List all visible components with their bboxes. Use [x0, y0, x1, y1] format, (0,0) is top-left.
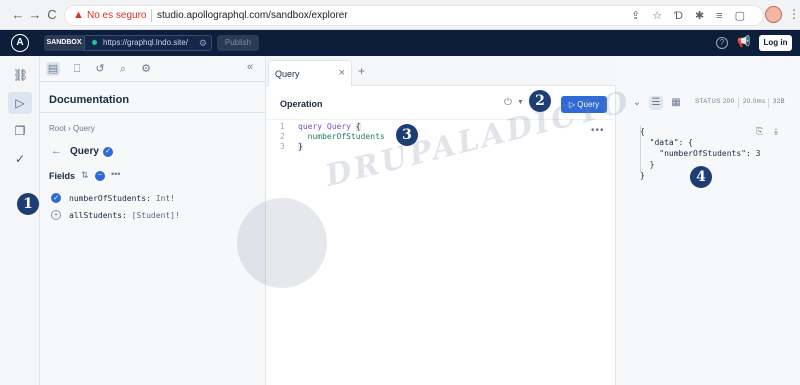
download-icon[interactable]: ⤓	[774, 126, 778, 137]
divider	[768, 98, 769, 108]
panel-title: Documentation	[49, 94, 130, 106]
megaphone-icon[interactable]: 📢	[737, 35, 751, 48]
address-bar[interactable]: ▲ No es seguro studio.apollographql.com/…	[64, 5, 764, 26]
field-name: allStudents	[69, 211, 122, 220]
tab-label: Query	[275, 69, 300, 79]
close-icon[interactable]: ×	[339, 67, 345, 79]
history-icon[interactable]: ↺	[93, 62, 107, 76]
response-view-icon[interactable]: ☰	[649, 96, 663, 110]
table-view-icon[interactable]: ▦	[669, 96, 683, 110]
add-tab-icon[interactable]: +	[358, 64, 365, 78]
type-name: Query	[70, 146, 99, 157]
field-checked-icon[interactable]: ✓	[51, 193, 61, 203]
url-text[interactable]: studio.apollographql.com/sandbox/explore…	[157, 10, 348, 21]
json-line: "data": {	[640, 138, 693, 147]
select-all-icon[interactable]: −	[95, 171, 105, 181]
bookmark-icon[interactable]: ⎕	[70, 62, 84, 76]
docs-divider	[40, 112, 266, 113]
type-selected-icon[interactable]: ✓	[103, 147, 113, 157]
connection-status-icon	[92, 40, 97, 45]
copy-icon[interactable]: ⎘	[756, 126, 763, 137]
line-number: 1	[280, 122, 285, 131]
profile-avatar[interactable]	[765, 6, 782, 23]
response-panel: ⌄ ☰ ▦ STATUS 200 20.0ms 32B { "data": { …	[616, 56, 800, 385]
field-type: Int!	[155, 194, 175, 203]
line-number: 2	[280, 132, 285, 141]
login-button[interactable]: Log in	[759, 35, 792, 51]
json-line: {	[640, 127, 645, 136]
settings-icon[interactable]: ⚙	[139, 62, 153, 76]
sort-icon[interactable]: ⇅	[81, 170, 89, 181]
collections-icon[interactable]: ❐	[13, 124, 27, 138]
endpoint-url: https://graphql.lndo.site/	[103, 38, 188, 47]
status-code: 200	[722, 99, 735, 105]
browser-menu-icon[interactable]: ⋮	[788, 7, 800, 21]
reload-icon[interactable]: C	[44, 7, 60, 23]
documentation-panel: ▤ ⎕ ↺ ⌕ ⚙ « Documentation Root › Query ←…	[40, 56, 266, 385]
left-rail: ⛓ ▷ ❐ ✓	[0, 56, 40, 385]
endpoint-input[interactable]: https://graphql.lndo.site/ ⚙	[84, 35, 212, 51]
arrow-left-icon[interactable]: ←	[10, 7, 26, 23]
breadcrumb[interactable]: Root › Query	[49, 124, 95, 133]
gear-icon[interactable]: ⚙	[199, 36, 207, 50]
arrow-right-icon[interactable]: →	[27, 7, 43, 23]
security-status[interactable]: No es seguro	[87, 10, 146, 21]
response-time: 20.0ms	[743, 99, 766, 105]
divider	[738, 98, 739, 108]
field-name: numberOfStudents	[69, 194, 147, 203]
code-line: 2 numberOfStudents	[280, 132, 385, 142]
search-icon[interactable]: ⌕	[116, 62, 130, 76]
code-field: numberOfStudents	[298, 132, 385, 141]
warning-icon: ▲	[73, 9, 84, 21]
apollo-logo-icon[interactable]: A	[11, 34, 29, 52]
operation-title: Operation	[280, 99, 323, 109]
back-arrow-icon[interactable]: ←	[51, 145, 62, 157]
code-keyword: query Query	[298, 122, 356, 131]
sandbox-label: SANDBOX	[44, 35, 84, 51]
callout-4: 4	[690, 166, 712, 188]
watermark-logo	[237, 198, 327, 288]
docs-toolbar: ▤ ⎕ ↺ ⌕ ⚙ «	[40, 56, 266, 82]
chevron-down-icon[interactable]: ▼	[517, 99, 524, 106]
publish-button[interactable]: Publish	[217, 35, 259, 51]
help-icon[interactable]: ?	[716, 37, 728, 49]
callout-1: 1	[17, 193, 39, 215]
code-brace: }	[298, 142, 303, 151]
field-add-icon[interactable]: +	[51, 210, 61, 220]
documentation-icon[interactable]: ▤	[46, 62, 60, 76]
code-brace: {	[355, 122, 361, 131]
fields-heading: Fields	[49, 171, 76, 181]
more-options-icon[interactable]: •••	[111, 169, 120, 179]
status-label: STATUS 200	[695, 99, 735, 105]
browser-action-icons[interactable]: ⇪☆Ɗ✱≡▢	[631, 9, 757, 22]
checks-icon[interactable]: ✓	[13, 152, 27, 166]
url-divider	[151, 9, 152, 22]
field-type: [Student]!	[131, 211, 180, 220]
callout-2: 2	[529, 90, 551, 112]
browser-toolbar: ← → C ▲ No es seguro studio.apollographq…	[0, 0, 800, 30]
power-icon[interactable]: ⏻	[504, 97, 512, 108]
explorer-play-icon[interactable]: ▷	[13, 96, 27, 110]
callout-3: 3	[396, 124, 418, 146]
json-line: "numberOfStudents": 3	[640, 149, 761, 158]
app-header: A SANDBOX https://graphql.lndo.site/ ⚙ P…	[0, 30, 800, 56]
schema-icon[interactable]: ⛓	[13, 68, 28, 82]
collapse-panel-icon[interactable]: «	[247, 61, 253, 73]
line-number: 3	[280, 142, 285, 151]
response-size: 32B	[773, 99, 786, 105]
response-toolbar: ⌄ ☰ ▦ STATUS 200 20.0ms 32B	[616, 94, 800, 114]
code-line: 1 query Query {	[280, 122, 385, 132]
editor-tabs: Query × +	[266, 56, 616, 86]
tab-query[interactable]: Query ×	[268, 60, 352, 86]
